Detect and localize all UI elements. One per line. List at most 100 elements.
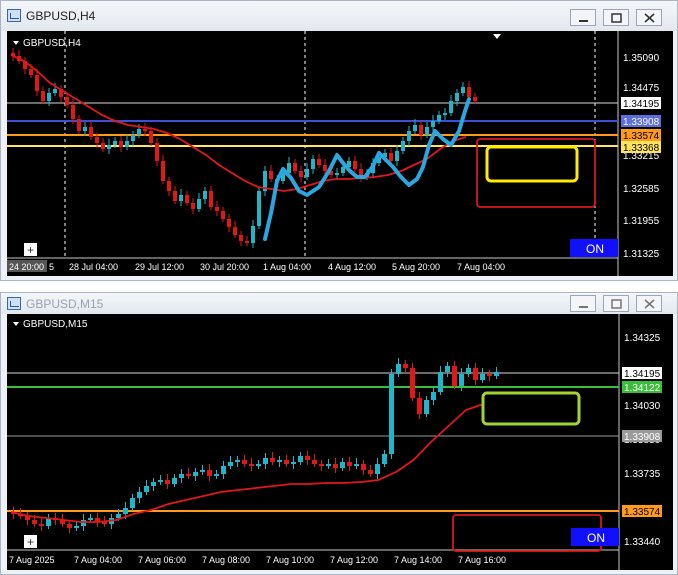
candle-body bbox=[389, 374, 394, 454]
time-tick: 30 Jul 20:00 bbox=[200, 262, 249, 272]
candle-body bbox=[410, 368, 415, 398]
candle-body bbox=[323, 165, 327, 171]
candle-body bbox=[89, 127, 93, 137]
candle-body bbox=[131, 135, 135, 141]
price-tag-blue: 1.33908 bbox=[623, 117, 660, 128]
candle-body bbox=[151, 482, 156, 486]
chart-symbol-label: GBPUSD,H4 bbox=[23, 38, 81, 49]
candle-body bbox=[382, 454, 387, 464]
candle-body bbox=[249, 464, 254, 466]
candle-body bbox=[417, 398, 422, 414]
candle-body bbox=[228, 462, 233, 466]
candle-body bbox=[270, 458, 275, 462]
candle-body bbox=[466, 368, 471, 374]
maximize-button[interactable] bbox=[603, 9, 629, 26]
price-tag-yellow: 1.33368 bbox=[623, 143, 660, 154]
plus-icon: + bbox=[27, 243, 34, 257]
candle-body bbox=[81, 520, 86, 526]
candle-body bbox=[125, 141, 129, 147]
candle-body bbox=[167, 181, 171, 191]
price-tag-current: 1.34195 bbox=[624, 369, 661, 380]
candle-body bbox=[473, 368, 478, 380]
minimize-button[interactable] bbox=[570, 295, 596, 312]
candle-body bbox=[449, 101, 453, 113]
candle-body bbox=[340, 462, 345, 468]
maximize-button[interactable] bbox=[603, 295, 629, 312]
price-chart[interactable]: GBPUSD,M15 1.34325 1.34030 1.33830 1.337… bbox=[7, 314, 673, 570]
price-tag-current: 1.34195 bbox=[623, 99, 660, 110]
candles bbox=[11, 48, 477, 248]
candle-body bbox=[424, 400, 429, 414]
candle-body bbox=[319, 464, 324, 466]
close-icon bbox=[644, 299, 655, 309]
candle-body bbox=[368, 470, 373, 474]
maximize-icon bbox=[611, 13, 622, 23]
candle-body bbox=[161, 161, 165, 181]
candle-body bbox=[155, 143, 159, 161]
candle-body bbox=[74, 526, 79, 528]
candle-body bbox=[101, 143, 105, 149]
candle-body bbox=[263, 458, 268, 464]
candle-body bbox=[251, 226, 255, 243]
candle-body bbox=[242, 460, 247, 464]
candle-body bbox=[235, 460, 240, 462]
candle-body bbox=[425, 127, 429, 135]
autotrade-on-button[interactable]: ON bbox=[571, 528, 619, 546]
time-tick: 7 Aug 04:00 bbox=[74, 555, 122, 565]
candle-body bbox=[395, 151, 399, 161]
candle-body bbox=[347, 462, 352, 466]
candle-body bbox=[233, 227, 237, 235]
window-titlebar[interactable]: GBPUSD,M15 bbox=[1, 293, 677, 314]
price-tick: 1.35090 bbox=[623, 53, 660, 64]
candle-body bbox=[173, 191, 177, 201]
time-tick: 28 Jul 04:00 bbox=[69, 262, 118, 272]
candle-body bbox=[438, 372, 443, 392]
candle-body bbox=[107, 145, 111, 149]
chart-menu-icon[interactable] bbox=[13, 322, 19, 326]
window-titlebar[interactable]: GBPUSD,H4 bbox=[1, 1, 677, 31]
candle-body bbox=[326, 464, 331, 466]
chart-window-gbpusd-h4[interactable]: GBPUSD,H4 GBPUSD,H4 1.35090 1.34475 1.33… bbox=[0, 0, 678, 281]
candle-body bbox=[354, 464, 359, 466]
candle-body bbox=[277, 460, 282, 462]
candle-body bbox=[396, 364, 401, 374]
candle-body bbox=[29, 69, 33, 75]
minimize-button[interactable] bbox=[570, 9, 596, 26]
add-indicator-button[interactable]: + bbox=[24, 535, 37, 549]
chart-symbol-label: GBPUSD,M15 bbox=[23, 319, 88, 330]
candle-body bbox=[480, 374, 485, 380]
shift-marker-icon[interactable] bbox=[493, 34, 501, 39]
candle-body bbox=[200, 470, 205, 472]
window-title: GBPUSD,M15 bbox=[26, 297, 104, 311]
candle-body bbox=[487, 374, 492, 376]
candle-body bbox=[32, 520, 37, 524]
candle-body bbox=[83, 127, 87, 131]
candle-body bbox=[227, 219, 231, 227]
candle-body bbox=[239, 235, 243, 241]
candle-body bbox=[403, 364, 408, 368]
yellow-zone-box[interactable] bbox=[485, 145, 579, 183]
candle-body bbox=[116, 514, 121, 518]
candle-body bbox=[143, 129, 147, 131]
window-title: GBPUSD,H4 bbox=[26, 9, 96, 23]
time-tick: 1 Aug 04:00 bbox=[263, 262, 311, 272]
candle-body bbox=[467, 87, 471, 97]
price-tick: 1.31955 bbox=[623, 216, 660, 227]
chart-menu-icon[interactable] bbox=[13, 41, 19, 45]
candle-body bbox=[431, 392, 436, 400]
close-button[interactable] bbox=[636, 295, 662, 312]
green-zone-box[interactable] bbox=[481, 391, 581, 426]
price-tags: 1.34195 1.33908 1.33574 1.33368 bbox=[621, 97, 661, 154]
close-button[interactable] bbox=[636, 9, 662, 26]
chart-window-gbpusd-m15[interactable]: GBPUSD,M15 GBPUSD,M15 1.34325 1.34030 1.… bbox=[0, 292, 678, 575]
candle-body bbox=[149, 131, 153, 143]
time-tick: 4 Aug 12:00 bbox=[328, 262, 376, 272]
close-icon bbox=[644, 13, 655, 23]
candle-body bbox=[311, 159, 315, 169]
candle-body bbox=[353, 161, 357, 169]
add-indicator-button[interactable]: + bbox=[24, 243, 37, 257]
candle-body bbox=[95, 137, 99, 143]
candle-body bbox=[455, 93, 459, 101]
autotrade-on-button[interactable]: ON bbox=[570, 239, 618, 257]
price-chart[interactable]: GBPUSD,H4 1.35090 1.34475 1.33215 1.3258… bbox=[7, 31, 673, 276]
